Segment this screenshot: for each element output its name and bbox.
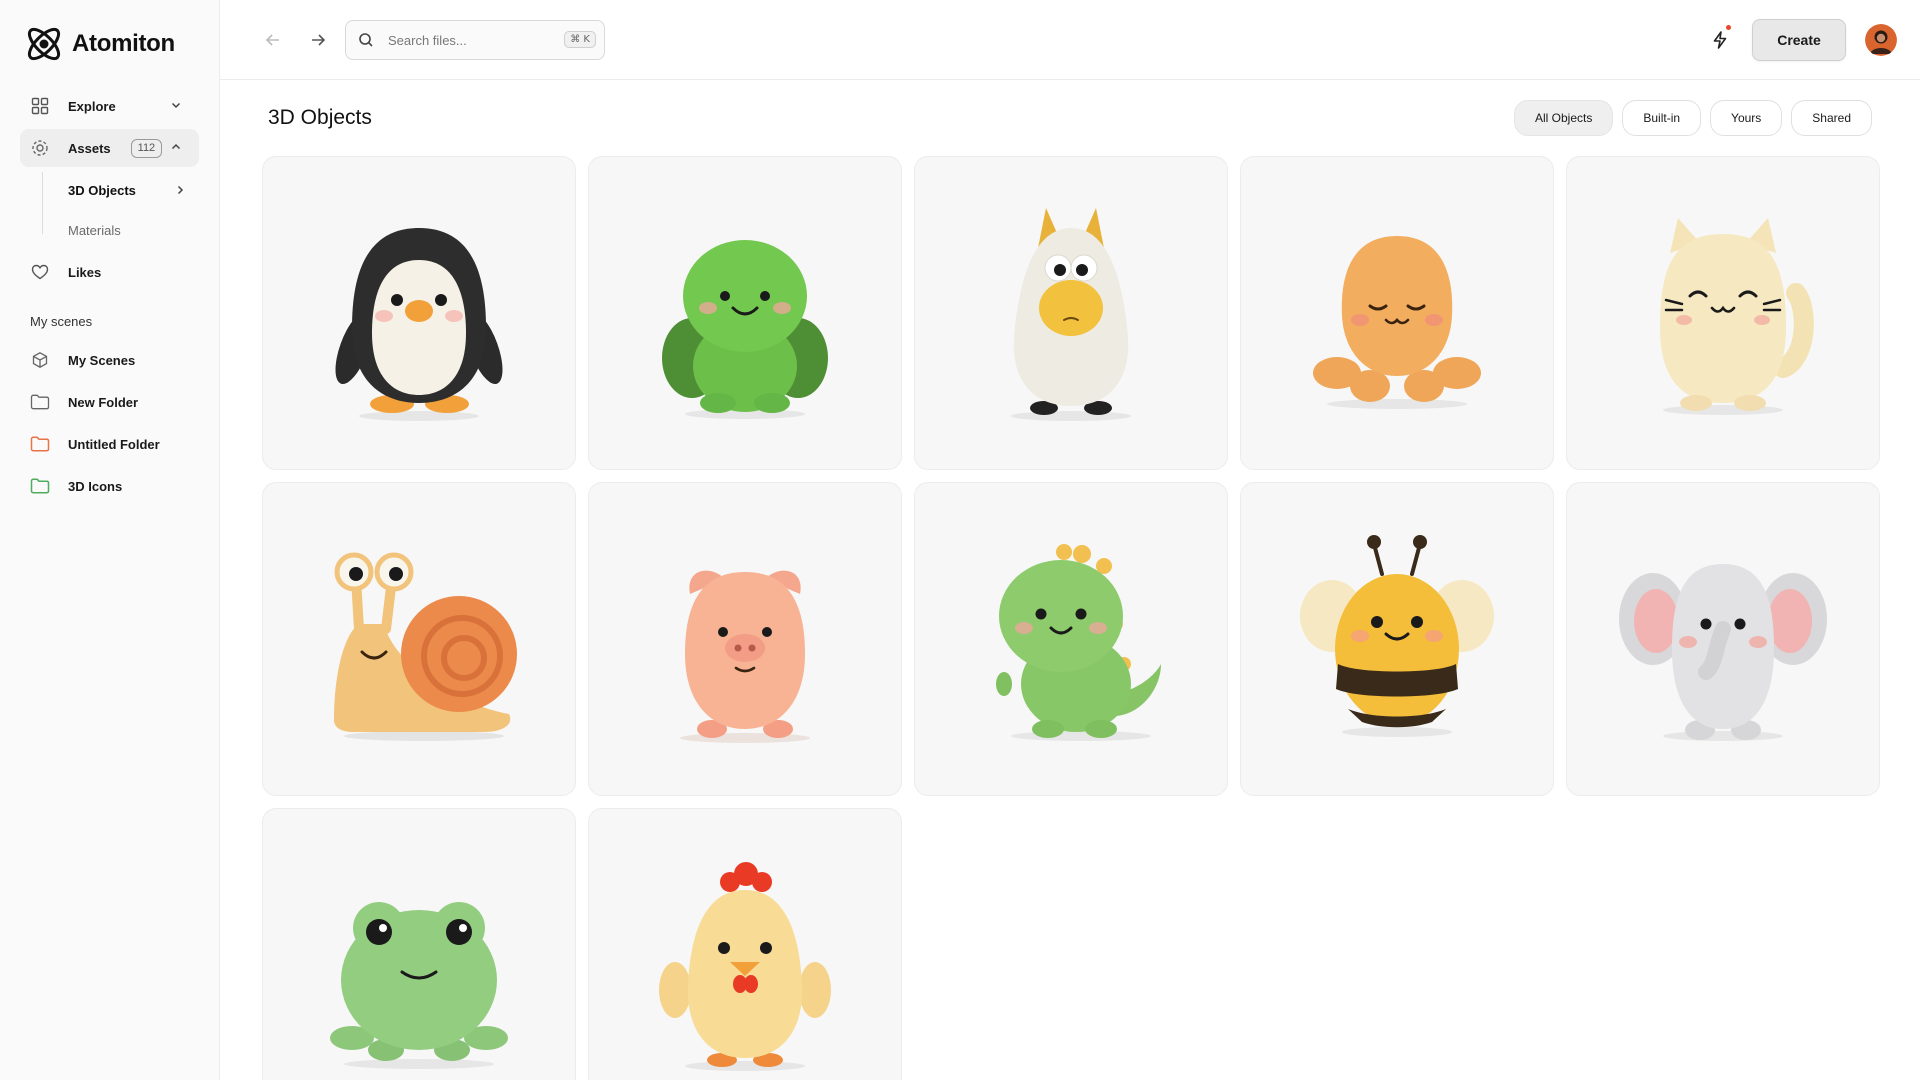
create-button[interactable]: Create (1752, 19, 1846, 61)
subnav-item-materials[interactable]: Materials (68, 215, 121, 245)
folder-icon (30, 476, 50, 496)
subnav-item-label: Materials (68, 222, 121, 238)
my-scenes-heading: My scenes (30, 314, 93, 329)
page-title: 3D Objects (268, 106, 372, 129)
bee-thumbnail (1300, 535, 1494, 737)
search-icon (359, 33, 373, 47)
frog-thumbnail (330, 902, 508, 1069)
horse-thumbnail (1011, 208, 1131, 421)
sidebar-item-label: Likes (68, 264, 102, 280)
sidebar: Atomiton Explore Assets 112 3D Objects M… (0, 0, 220, 1080)
subnav-item-3d-objects[interactable]: 3D Objects (68, 175, 188, 205)
penguin-thumbnail (335, 228, 503, 421)
octopus-thumbnail (1313, 236, 1481, 409)
elephant-thumbnail (1619, 564, 1827, 741)
search-input[interactable] (388, 32, 548, 48)
filter-shared[interactable]: Shared (1791, 100, 1872, 136)
notification-dot (1726, 25, 1731, 30)
top-bar: ⌘ K Create (220, 0, 1920, 80)
forward-button[interactable] (304, 26, 332, 54)
chevron-up-icon (169, 140, 183, 157)
sidebar-item-my-scenes[interactable]: My Scenes (20, 341, 199, 379)
search-shortcut-hint: ⌘ K (564, 31, 596, 48)
sidebar-item-label: 3D Icons (68, 478, 123, 494)
cat-thumbnail (1660, 218, 1814, 415)
sidebar-item-untitled-folder[interactable]: Untitled Folder (20, 425, 199, 463)
grid-icon (30, 96, 50, 116)
sidebar-item-label: My Scenes (68, 352, 136, 368)
arrow-left-icon (265, 34, 279, 46)
filter-built-in[interactable]: Built-in (1622, 100, 1702, 136)
subnav-item-label: 3D Objects (68, 182, 136, 198)
object-card-elephant[interactable] (1566, 482, 1880, 796)
turtle-thumbnail (662, 240, 828, 419)
avatar[interactable] (1865, 24, 1897, 56)
objects-grid (262, 156, 1880, 1080)
cube-icon (30, 350, 50, 370)
filter-yours[interactable]: Yours (1710, 100, 1783, 136)
chicken-thumbnail (659, 862, 831, 1071)
atom-logo-icon (27, 27, 61, 61)
sidebar-item-label: Explore (68, 98, 116, 114)
subnav-divider (42, 172, 43, 234)
folder-icon (30, 434, 50, 454)
snail-thumbnail (334, 552, 517, 741)
object-card-turtle[interactable] (588, 156, 902, 470)
sidebar-item-likes[interactable]: Likes (20, 253, 199, 291)
object-card-pig[interactable] (588, 482, 902, 796)
arrow-right-icon (312, 34, 326, 46)
object-card-horse[interactable] (914, 156, 1228, 470)
heart-icon (30, 262, 50, 282)
object-card-chicken[interactable] (588, 808, 902, 1080)
chevron-right-icon (173, 183, 187, 202)
sidebar-item-new-folder[interactable]: New Folder (20, 383, 199, 421)
lightning-icon (1713, 31, 1727, 49)
sidebar-item-label: Untitled Folder (68, 436, 160, 452)
sidebar-item-label: New Folder (68, 394, 139, 410)
app-name: Atomiton (72, 30, 175, 57)
search-box[interactable]: ⌘ K (345, 20, 605, 60)
object-card-dinosaur[interactable] (914, 482, 1228, 796)
object-card-cat[interactable] (1566, 156, 1880, 470)
sidebar-item-3d-icons[interactable]: 3D Icons (20, 467, 199, 505)
assets-icon (30, 138, 50, 158)
chevron-down-icon (169, 98, 183, 115)
sidebar-item-label: Assets (68, 140, 111, 156)
filter-chips: All Objects Built-in Yours Shared (1514, 100, 1872, 136)
assets-count-badge: 112 (130, 138, 163, 158)
sidebar-item-explore[interactable]: Explore (20, 87, 199, 125)
activity-button[interactable] (1706, 25, 1734, 54)
object-card-bee[interactable] (1240, 482, 1554, 796)
object-card-snail[interactable] (262, 482, 576, 796)
object-card-frog[interactable] (262, 808, 576, 1080)
folder-icon (30, 392, 50, 412)
back-button[interactable] (259, 26, 287, 54)
object-card-penguin[interactable] (262, 156, 576, 470)
app-logo[interactable]: Atomiton (22, 22, 175, 66)
pig-thumbnail (680, 570, 810, 743)
object-card-octopus[interactable] (1240, 156, 1554, 470)
filter-all-objects[interactable]: All Objects (1514, 100, 1614, 136)
sidebar-item-assets[interactable]: Assets 112 (20, 129, 199, 167)
dinosaur-thumbnail (996, 544, 1161, 741)
